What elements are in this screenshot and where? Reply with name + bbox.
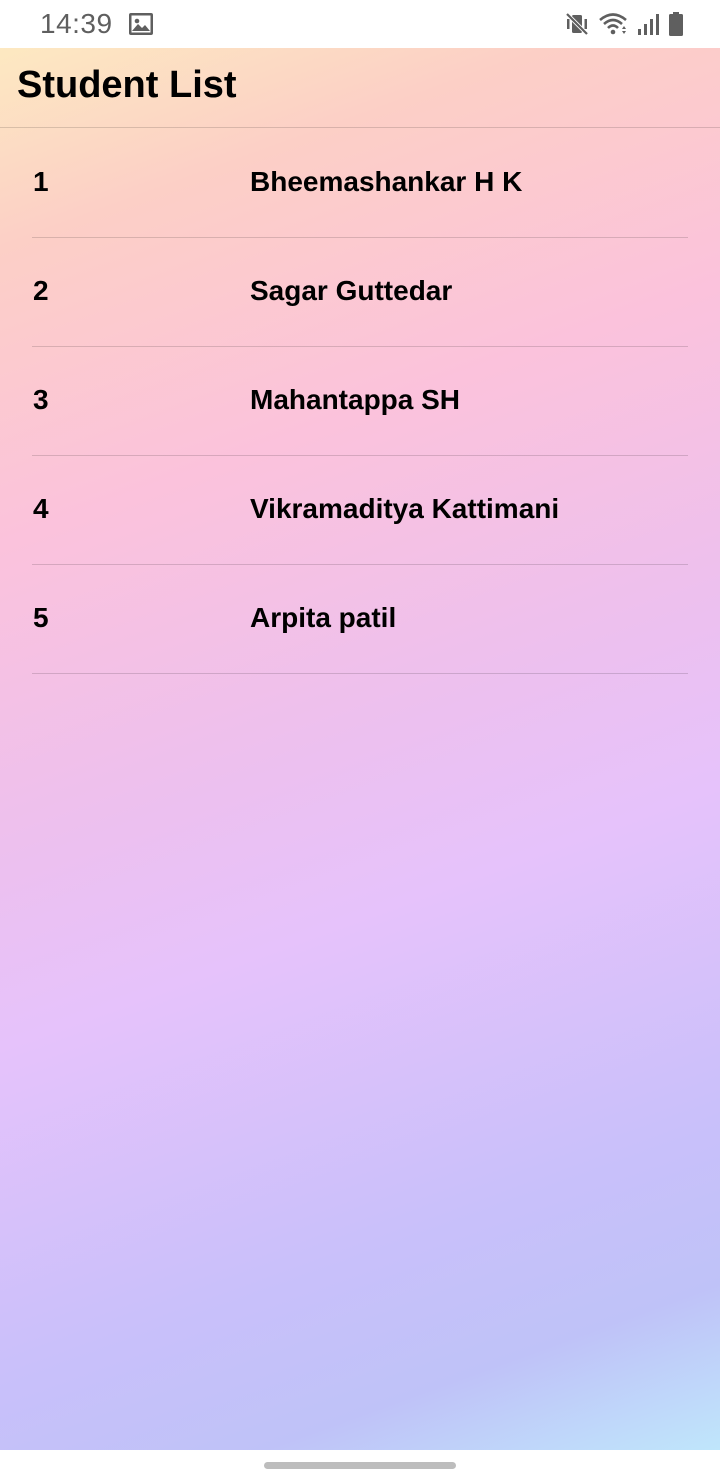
student-number: 1 xyxy=(33,166,49,197)
list-item[interactable]: 5 Arpita patil xyxy=(32,565,688,674)
app-bar: Student List xyxy=(0,48,720,128)
app-screen: Student List 1 Bheemashankar H K 2 Sagar… xyxy=(0,48,720,1450)
status-time: 14:39 xyxy=(40,8,113,39)
student-number: 3 xyxy=(33,384,49,415)
status-bar: 14:39 xyxy=(0,0,720,48)
student-number: 2 xyxy=(33,275,49,306)
student-number: 4 xyxy=(33,493,49,524)
battery-icon xyxy=(668,11,684,37)
student-name: Arpita patil xyxy=(250,602,397,633)
home-gesture-handle[interactable] xyxy=(264,1462,456,1469)
list-item[interactable]: 1 Bheemashankar H K xyxy=(32,129,688,238)
student-name: Vikramaditya Kattimani xyxy=(250,493,560,524)
list-item[interactable]: 4 Vikramaditya Kattimani xyxy=(32,456,688,565)
navigation-bar xyxy=(0,1450,720,1480)
list-item[interactable]: 2 Sagar Guttedar xyxy=(32,238,688,347)
wifi-icon xyxy=(598,11,628,37)
list-item[interactable]: 3 Mahantappa SH xyxy=(32,347,688,456)
signal-icon xyxy=(636,12,660,36)
vibrate-mute-icon xyxy=(564,11,590,37)
student-number: 5 xyxy=(33,602,49,633)
student-name: Mahantappa SH xyxy=(250,384,461,415)
student-list: 1 Bheemashankar H K 2 Sagar Guttedar 3 M… xyxy=(32,129,688,674)
student-name: Bheemashankar H K xyxy=(250,166,523,197)
page-title: Student List xyxy=(17,64,237,106)
status-icons xyxy=(564,10,684,38)
student-name: Sagar Guttedar xyxy=(250,275,453,306)
image-icon xyxy=(128,12,154,36)
